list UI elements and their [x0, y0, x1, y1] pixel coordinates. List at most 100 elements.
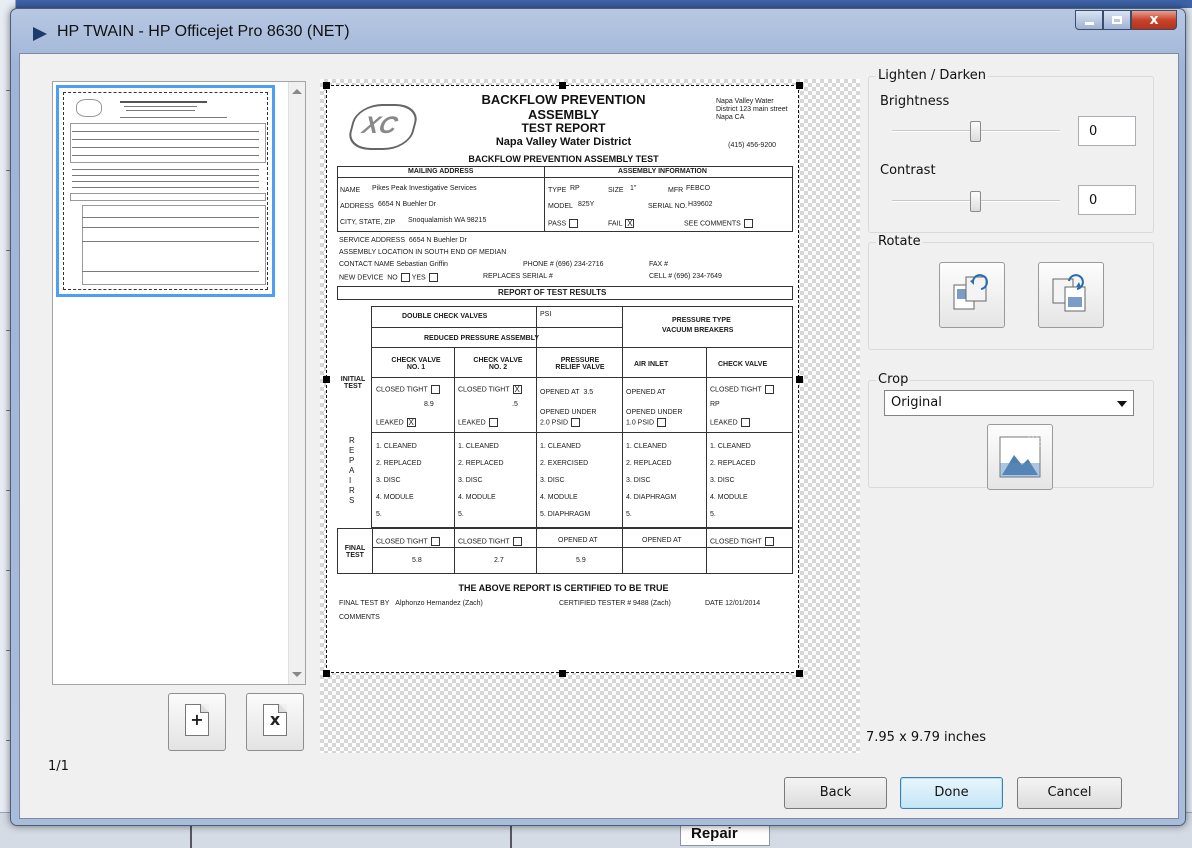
size-value: 1" — [630, 185, 637, 192]
crop-label: Crop — [876, 372, 911, 387]
done-button[interactable]: Done — [900, 777, 1003, 809]
rotate-group — [868, 242, 1154, 350]
address-value: 6654 N Buehler Dr — [378, 201, 436, 208]
initial-test-label: INITIAL TEST — [340, 376, 366, 390]
thumbnail-page-image — [63, 92, 268, 290]
scroll-down-arrow-icon[interactable] — [292, 672, 302, 677]
rotate-left-button[interactable] — [939, 262, 1005, 328]
crop-handle-left[interactable] — [323, 376, 330, 383]
cv3-leaked: LEAKED — [710, 418, 750, 427]
col-header-cv1: CHECK VALVE NO. 1 — [391, 357, 441, 371]
add-page-button[interactable]: + — [168, 693, 226, 751]
contrast-slider-thumb[interactable] — [970, 191, 981, 212]
dialog-client-area: + x 1/1 BACKFLOW PREVENTION ASSEMBLY TES… — [19, 53, 1179, 819]
scanned-document: BACKFLOW PREVENTION ASSEMBLY TEST REPORT… — [326, 85, 799, 673]
crop-handle-top-right[interactable] — [796, 82, 803, 89]
double-check-header: DOUBLE CHECK VALVES — [402, 313, 488, 320]
size-label: SIZE — [608, 187, 624, 194]
results-title-box: REPORT OF TEST RESULTS — [337, 286, 793, 300]
thumbnail-pane[interactable] — [52, 81, 306, 685]
final-cv3-closed: CLOSED TIGHT — [710, 537, 774, 546]
crop-handle-top[interactable] — [559, 82, 566, 89]
comments-label: COMMENTS — [339, 614, 380, 621]
final-cv2-closed: CLOSED TIGHT — [458, 537, 522, 546]
mfr-value: FEBCO — [686, 185, 711, 192]
cv1-value: 8.9 — [424, 401, 434, 408]
minimize-icon — [1084, 21, 1094, 25]
delete-page-button[interactable]: x — [246, 693, 304, 751]
crop-handle-bottom[interactable] — [559, 670, 566, 677]
type-label: TYPE — [548, 187, 567, 194]
col-header-cv2: CHECK VALVE NO. 2 — [473, 357, 523, 371]
final-cv1-closed: CLOSED TIGHT — [376, 537, 440, 546]
final-cv2-value: 2.7 — [494, 557, 504, 564]
close-button[interactable]: x — [1131, 10, 1177, 30]
cv2-closed-tight: CLOSED TIGHT X — [458, 385, 522, 394]
form-section-title: BACKFLOW PREVENTION ASSEMBLY TEST — [468, 154, 659, 164]
relief-opened-under: OPENED UNDER — [540, 409, 597, 416]
type-value: RP — [570, 185, 580, 192]
cv2-leaked: LEAKED — [458, 418, 498, 427]
back-button[interactable]: Back — [784, 777, 887, 809]
name-label: NAME — [340, 187, 361, 194]
crop-handle-bottom-left[interactable] — [323, 670, 330, 677]
brightness-slider-thumb[interactable] — [970, 121, 981, 142]
city-value: Snoqualamish WA 98215 — [408, 217, 487, 224]
rotate-label: Rotate — [876, 234, 923, 249]
relief-psid: 2.0 PSID — [540, 418, 581, 427]
mfr-label: MFR — [668, 187, 684, 194]
thumbnail-scrollbar[interactable] — [288, 82, 305, 684]
cv1-leaked: LEAKED X — [376, 418, 416, 427]
crop-handle-right[interactable] — [796, 376, 803, 383]
crop-handle-top-left[interactable] — [323, 82, 330, 89]
maximize-button[interactable] — [1103, 10, 1131, 30]
cv1-closed-tight: CLOSED TIGHT — [376, 385, 440, 394]
replaces-serial: REPLACES SERIAL # — [483, 273, 553, 280]
fail-checkbox: FAIL X — [608, 219, 635, 228]
fax-label: FAX # — [649, 261, 669, 268]
see-comments-checkbox: SEE COMMENTS — [684, 219, 753, 228]
page-thumbnail[interactable] — [56, 85, 275, 297]
cv3-closed-tight: CLOSED TIGHT — [710, 385, 774, 394]
cancel-button[interactable]: Cancel — [1017, 777, 1122, 809]
model-label: MODEL — [548, 203, 573, 210]
page-count: 1/1 — [48, 759, 69, 774]
pass-checkbox: PASS — [548, 219, 579, 228]
form-phone: (415) 456-9200 — [728, 142, 776, 149]
rotate-right-button[interactable] — [1038, 262, 1104, 328]
crop-button[interactable] — [987, 424, 1053, 490]
plus-icon: + — [190, 710, 204, 729]
info-table: MAILING ADDRESS ASSEMBLY INFORMATION NAM… — [337, 166, 793, 232]
contrast-input[interactable]: 0 — [1078, 185, 1136, 215]
pressure-type-header: PRESSURE TYPE — [672, 317, 731, 324]
crop-picture-icon — [999, 436, 1041, 478]
final-air-opened: OPENED AT — [642, 537, 682, 544]
scan-size-text: 7.95 x 9.79 inches — [866, 730, 986, 745]
brightness-input[interactable]: 0 — [1078, 116, 1136, 146]
crop-selected-value: Original — [891, 395, 942, 410]
name-value: Pikes Peak Investigative Services — [372, 185, 477, 192]
certified-tester: CERTIFIED TESTER # 9488 (Zach) — [559, 600, 671, 607]
serial-value: H39602 — [688, 201, 713, 208]
relief-opened-at: OPENED AT 3.5 — [540, 389, 594, 396]
minimize-button[interactable] — [1075, 10, 1103, 30]
contact-phone: PHONE # (696) 234-2716 — [523, 261, 604, 268]
cv3-repairs: 1. CLEANED 2. REPLACED 3. DISC 4. MODULE 5. — [710, 443, 756, 518]
title-bar[interactable]: HP TWAIN - HP Officejet Pro 8630 (NET) x — [11, 9, 1185, 51]
rotate-left-icon — [953, 274, 988, 310]
crop-select[interactable]: Original — [884, 390, 1134, 416]
cv2-value: .5 — [512, 401, 518, 408]
air-repairs: 1. CLEANED 2. REPLACED 3. DISC 4. DIAPHRAGM… — [626, 443, 677, 518]
scroll-up-arrow-icon[interactable] — [292, 89, 302, 94]
psi-label: PSI — [540, 311, 552, 318]
crop-handle-bottom-right[interactable] — [796, 670, 803, 677]
scan-preview[interactable]: BACKFLOW PREVENTION ASSEMBLY TEST REPORT… — [320, 79, 860, 753]
reduced-pressure-header: REDUCED PRESSURE ASSEMBLY — [424, 335, 540, 342]
background-toolbar — [0, 0, 1192, 8]
col-header-air-inlet: AIR INLET — [634, 361, 669, 368]
contrast-label: Contrast — [878, 163, 938, 178]
mailing-header: MAILING ADDRESS — [408, 168, 474, 175]
cell-phone: CELL # (696) 234-7649 — [649, 273, 722, 280]
final-test-by: FINAL TEST BY Alphonzo Hernandez (Zach) — [339, 600, 483, 607]
cv2-repairs: 1. CLEANED 2. REPLACED 3. DISC 4. MODULE 5. — [458, 443, 504, 518]
